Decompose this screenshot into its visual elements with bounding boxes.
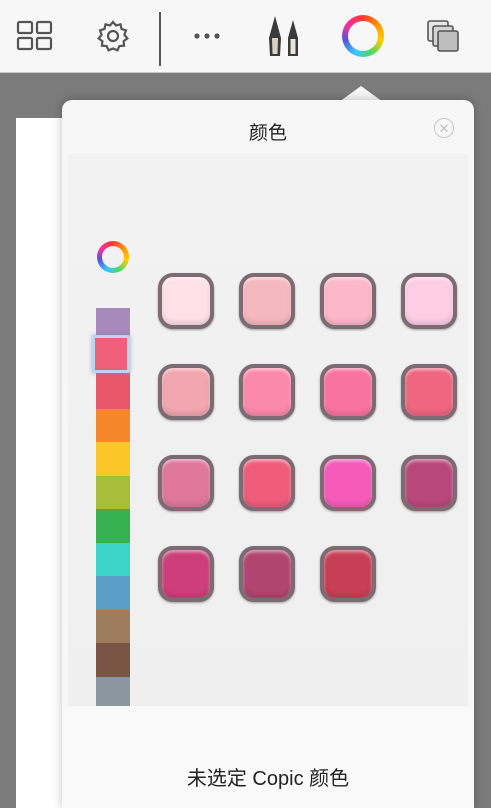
color-swatch[interactable]	[158, 364, 214, 420]
hue-strip-selection	[92, 334, 130, 373]
toolbar-separator	[159, 12, 161, 66]
color-wheel-icon[interactable]	[97, 241, 129, 273]
more-icon[interactable]	[185, 14, 229, 58]
brushes-icon[interactable]	[263, 14, 307, 58]
color-wheel-icon[interactable]	[341, 14, 385, 58]
color-popover: 颜色 ✕ 未选定 Copic 颜色	[62, 100, 474, 808]
hue-strip-cell[interactable]	[96, 375, 130, 409]
close-icon[interactable]: ✕	[434, 118, 454, 138]
color-swatch[interactable]	[320, 364, 376, 420]
color-swatch[interactable]	[320, 273, 376, 329]
hue-strip-cell[interactable]	[96, 408, 130, 442]
color-swatch[interactable]	[239, 364, 295, 420]
color-panel	[68, 153, 468, 744]
hue-strip-cell[interactable]	[96, 609, 130, 643]
layers-icon[interactable]	[421, 14, 465, 58]
hue-strip[interactable]	[96, 308, 130, 744]
hue-strip-cell[interactable]	[96, 576, 130, 610]
hue-strip-cell[interactable]	[96, 676, 130, 710]
gallery-icon[interactable]	[13, 14, 57, 58]
color-swatch[interactable]	[239, 546, 295, 602]
color-swatch[interactable]	[320, 455, 376, 511]
color-swatch[interactable]	[239, 273, 295, 329]
color-swatch[interactable]	[158, 546, 214, 602]
color-swatch[interactable]	[401, 364, 457, 420]
color-swatch[interactable]	[320, 546, 376, 602]
hue-strip-cell[interactable]	[96, 643, 130, 677]
color-swatch[interactable]	[158, 273, 214, 329]
footer-text: 未选定 Copic 颜色	[186, 768, 350, 790]
hue-strip-cell[interactable]	[96, 509, 130, 543]
hue-strip-cell[interactable]	[96, 542, 130, 576]
toolbar	[0, 0, 491, 73]
popover-title: 颜色	[248, 123, 287, 144]
color-swatch[interactable]	[158, 455, 214, 511]
footer: 未选定 Copic 颜色	[62, 706, 474, 808]
color-swatch[interactable]	[401, 455, 457, 511]
hue-strip-cell[interactable]	[96, 475, 130, 509]
settings-icon[interactable]	[91, 14, 135, 58]
color-swatch[interactable]	[401, 273, 457, 329]
hue-strip-cell[interactable]	[96, 442, 130, 476]
color-swatch[interactable]	[239, 455, 295, 511]
